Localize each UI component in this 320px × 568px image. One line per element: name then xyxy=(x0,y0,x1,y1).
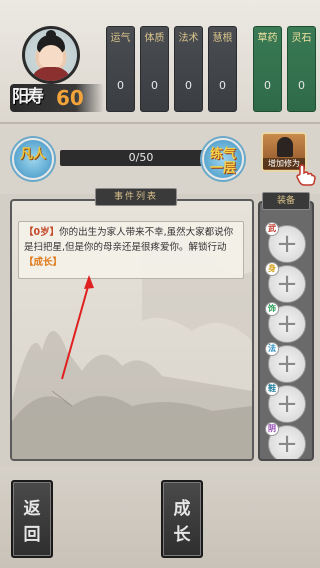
stat-label: 草药 xyxy=(257,33,278,44)
next-rank-label: 练气一层 xyxy=(209,147,236,176)
current-rank-badge: 凡人 xyxy=(12,138,54,180)
avatar-face xyxy=(39,45,63,69)
equip-slot-tag: 饰 xyxy=(265,302,279,316)
avatar-robe xyxy=(31,67,71,81)
stat-value: 0 xyxy=(151,79,158,92)
stat-value: 0 xyxy=(219,79,226,92)
event-log-header: 事件列表 xyxy=(95,188,177,206)
stat-value: 0 xyxy=(185,79,192,92)
grow-button[interactable]: 成长 xyxy=(161,480,203,558)
back-button-label: 返回 xyxy=(23,499,41,545)
current-rank-label: 凡人 xyxy=(19,147,46,162)
stat-label: 运气 xyxy=(110,33,131,44)
stat-card-magic: 法术 0 xyxy=(174,26,203,112)
stat-label: 法术 xyxy=(178,33,199,44)
grow-button-label: 成长 xyxy=(173,499,191,545)
stat-card-luck: 运气 0 xyxy=(106,26,135,112)
stat-card-wisdom: 慧根 0 xyxy=(208,26,237,112)
equip-slot-shoes[interactable]: + 鞋 xyxy=(265,382,306,423)
avatar[interactable] xyxy=(22,26,80,84)
stat-value: 0 xyxy=(117,79,124,92)
progress-text: 0/50 xyxy=(128,151,154,164)
pointer-hand-icon xyxy=(296,164,316,186)
stat-label: 慧根 xyxy=(212,33,233,44)
stat-label: 体质 xyxy=(144,33,165,44)
next-rank-badge: 练气一层 xyxy=(202,138,244,180)
meditation-figure-icon xyxy=(277,137,293,157)
equip-slot-accessory[interactable]: + 饰 xyxy=(265,302,306,343)
stat-card-spirit-stones: 灵石 0 xyxy=(287,26,316,112)
event-action-link[interactable]: 【成长】 xyxy=(24,257,62,268)
equip-slot-body[interactable]: + 身 xyxy=(265,262,306,303)
equip-slot-tag: 阴 xyxy=(265,422,279,436)
avatar-portrait xyxy=(25,29,77,81)
event-age: 【0岁】 xyxy=(24,227,60,238)
stat-label: 灵石 xyxy=(291,33,312,44)
stat-value: 0 xyxy=(298,79,305,92)
equip-slot-yin[interactable]: + 阴 xyxy=(265,422,306,459)
event-log-panel[interactable]: 【0岁】你的出生为家人带来不幸,虽然大家都说你是扫把星,但是你的母亲还是很疼爱你… xyxy=(10,199,254,461)
equipment-panel: + 武 + 身 + 饰 + 法 + 鞋 + 阴 xyxy=(258,201,314,461)
equip-slot-tag: 鞋 xyxy=(265,382,279,396)
event-entry: 【0岁】你的出生为家人带来不幸,虽然大家都说你是扫把星,但是你的母亲还是很疼爱你… xyxy=(18,221,244,279)
stat-value: 0 xyxy=(264,79,271,92)
equip-slot-tag: 身 xyxy=(265,262,279,276)
equipment-header: 装备 xyxy=(262,192,310,210)
equip-slot-tag: 法 xyxy=(265,342,279,356)
equip-slot-weapon[interactable]: + 武 xyxy=(265,222,306,263)
equip-slot-magic[interactable]: + 法 xyxy=(265,342,306,383)
equip-slot-tag: 武 xyxy=(265,222,279,236)
lifespan-label: 阳寿 xyxy=(12,87,44,107)
lifespan-value: 60 xyxy=(56,86,84,110)
stat-card-constitution: 体质 0 xyxy=(140,26,169,112)
stat-card-herbs: 草药 0 xyxy=(253,26,282,112)
back-button[interactable]: 返回 xyxy=(11,480,53,558)
